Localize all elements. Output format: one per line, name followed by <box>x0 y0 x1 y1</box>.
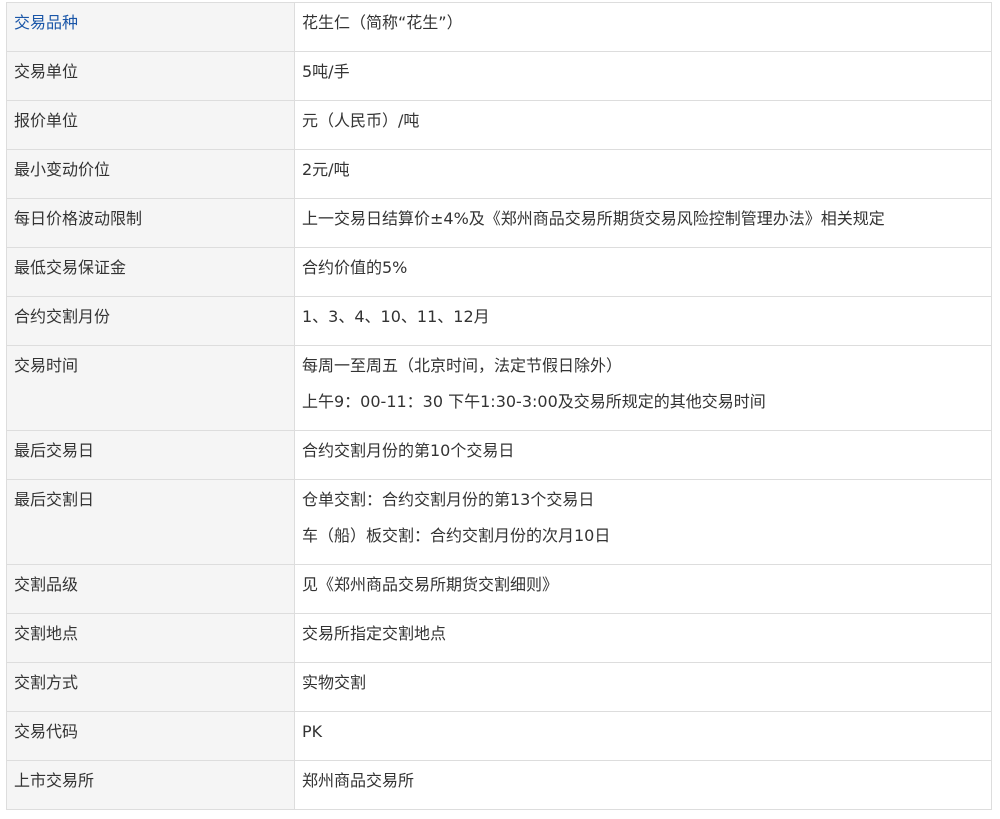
table-row: 交易时间 每周一至周五（北京时间，法定节假日除外） 上午9：00-11：30 下… <box>6 345 992 431</box>
row-label: 报价单位 <box>14 111 79 130</box>
row-value-cell: 见《郑州商品交易所期货交割细则》 <box>294 564 992 614</box>
row-label-cell: 交割品级 <box>6 564 295 614</box>
row-label-cell: 最低交易保证金 <box>6 247 295 297</box>
table-row: 交易品种 花生仁（简称“花生”） <box>6 2 992 52</box>
row-label-cell: 交割方式 <box>6 662 295 712</box>
row-value: 1、3、4、10、11、12月 <box>302 307 490 326</box>
row-value-cell: 合约交割月份的第10个交易日 <box>294 430 992 480</box>
row-label-cell: 报价单位 <box>6 100 295 150</box>
row-value: 仓单交割：合约交割月份的第13个交易日 <box>302 490 595 509</box>
row-value: 车（船）板交割：合约交割月份的次月10日 <box>302 526 611 545</box>
row-value-cell: 上一交易日结算价±4%及《郑州商品交易所期货交易风险控制管理办法》相关规定 <box>294 198 992 248</box>
row-value-cell: 交易所指定交割地点 <box>294 613 992 663</box>
row-value: 实物交割 <box>302 673 367 692</box>
table-row: 交割品级 见《郑州商品交易所期货交割细则》 <box>6 564 992 614</box>
row-value: 见《郑州商品交易所期货交割细则》 <box>302 575 559 594</box>
row-value: 郑州商品交易所 <box>302 771 415 790</box>
table-row: 报价单位 元（人民币）/吨 <box>6 100 992 150</box>
row-label-cell: 交易单位 <box>6 51 295 101</box>
row-label-cell: 最后交割日 <box>6 479 295 565</box>
table-row: 交割方式 实物交割 <box>6 662 992 712</box>
row-label: 最小变动价位 <box>14 160 111 179</box>
row-value: 每周一至周五（北京时间，法定节假日除外） <box>302 356 623 375</box>
row-value: 元（人民币）/吨 <box>302 111 420 130</box>
row-value: PK <box>302 722 323 741</box>
row-value-cell: PK <box>294 711 992 761</box>
row-label-cell: 交易时间 <box>6 345 295 431</box>
row-label: 交易单位 <box>14 62 79 81</box>
row-value: 合约交割月份的第10个交易日 <box>302 441 515 460</box>
row-label: 交割地点 <box>14 624 79 643</box>
row-value-cell: 实物交割 <box>294 662 992 712</box>
table-row: 最小变动价位 2元/吨 <box>6 149 992 199</box>
row-label: 每日价格波动限制 <box>14 209 143 228</box>
row-value-cell: 每周一至周五（北京时间，法定节假日除外） 上午9：00-11：30 下午1:30… <box>294 345 992 431</box>
row-label: 交易时间 <box>14 356 79 375</box>
row-value: 交易所指定交割地点 <box>302 624 447 643</box>
row-value-cell: 元（人民币）/吨 <box>294 100 992 150</box>
row-value: 上一交易日结算价±4%及《郑州商品交易所期货交易风险控制管理办法》相关规定 <box>302 209 885 228</box>
row-value-cell: 仓单交割：合约交割月份的第13个交易日 车（船）板交割：合约交割月份的次月10日 <box>294 479 992 565</box>
row-label-cell: 合约交割月份 <box>6 296 295 346</box>
row-label: 上市交易所 <box>14 771 95 790</box>
row-value-cell: 花生仁（简称“花生”） <box>294 2 992 52</box>
table-row: 交易代码 PK <box>6 711 992 761</box>
row-label-cell: 上市交易所 <box>6 760 295 810</box>
row-value: 合约价值的5% <box>302 258 408 277</box>
table-row: 每日价格波动限制 上一交易日结算价±4%及《郑州商品交易所期货交易风险控制管理办… <box>6 198 992 248</box>
row-value: 花生仁（简称“花生”） <box>302 13 463 32</box>
row-value: 5吨/手 <box>302 62 350 81</box>
row-label: 最低交易保证金 <box>14 258 127 277</box>
row-label-cell: 最后交易日 <box>6 430 295 480</box>
contract-spec-container: 交易品种 花生仁（简称“花生”） 交易单位 5吨/手 报价单位 元（人民币）/吨… <box>6 2 992 810</box>
row-label-cell: 交割地点 <box>6 613 295 663</box>
table-row: 合约交割月份 1、3、4、10、11、12月 <box>6 296 992 346</box>
row-label: 交割方式 <box>14 673 79 692</box>
row-value-cell: 5吨/手 <box>294 51 992 101</box>
table-row: 交易单位 5吨/手 <box>6 51 992 101</box>
table-row: 最后交易日 合约交割月份的第10个交易日 <box>6 430 992 480</box>
row-label[interactable]: 交易品种 <box>14 3 287 32</box>
row-label: 最后交易日 <box>14 441 95 460</box>
row-label-cell: 交易品种 <box>6 2 295 52</box>
row-value-cell: 合约价值的5% <box>294 247 992 297</box>
table-row: 最后交割日 仓单交割：合约交割月份的第13个交易日 车（船）板交割：合约交割月份… <box>6 479 992 565</box>
row-value-cell: 1、3、4、10、11、12月 <box>294 296 992 346</box>
row-value: 上午9：00-11：30 下午1:30-3:00及交易所规定的其他交易时间 <box>302 392 766 411</box>
row-label-cell: 最小变动价位 <box>6 149 295 199</box>
row-label: 合约交割月份 <box>14 307 111 326</box>
row-value: 2元/吨 <box>302 160 350 179</box>
row-label: 交割品级 <box>14 575 79 594</box>
table-row: 上市交易所 郑州商品交易所 <box>6 760 992 810</box>
row-label-cell: 交易代码 <box>6 711 295 761</box>
row-label-cell: 每日价格波动限制 <box>6 198 295 248</box>
row-value-cell: 郑州商品交易所 <box>294 760 992 810</box>
row-label: 最后交割日 <box>14 490 95 509</box>
contract-spec-table: 交易品种 花生仁（简称“花生”） 交易单位 5吨/手 报价单位 元（人民币）/吨… <box>6 2 992 810</box>
table-row: 交割地点 交易所指定交割地点 <box>6 613 992 663</box>
row-label: 交易代码 <box>14 722 79 741</box>
row-value-cell: 2元/吨 <box>294 149 992 199</box>
table-row: 最低交易保证金 合约价值的5% <box>6 247 992 297</box>
